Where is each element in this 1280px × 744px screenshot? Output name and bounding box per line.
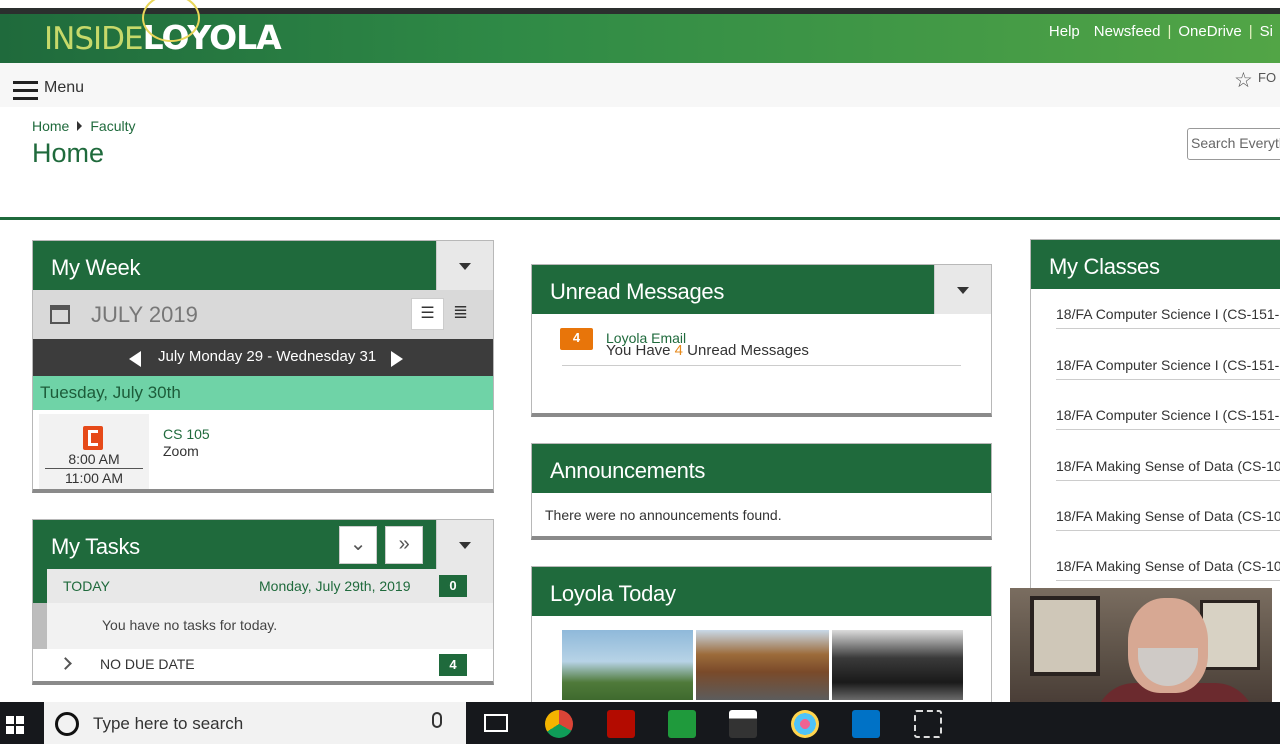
- no-due-date-row[interactable]: NO DUE DATE 4: [33, 649, 493, 679]
- taskbar-search-placeholder: Type here to search: [93, 714, 244, 733]
- loyola-today-title: Loyola Today: [550, 581, 676, 606]
- photos-icon[interactable]: [729, 710, 757, 738]
- search-input[interactable]: Search Everyth: [1187, 128, 1280, 160]
- prev-week-icon[interactable]: [129, 351, 141, 367]
- class-link[interactable]: 18/FA Making Sense of Data (CS-10: [1056, 508, 1280, 531]
- week-range-label: July Monday 29 - Wednesday 31: [158, 348, 377, 365]
- class-link[interactable]: 18/FA Making Sense of Data (CS-10: [1056, 458, 1280, 481]
- next-week-icon[interactable]: [391, 351, 403, 367]
- month-label: JULY 2019: [91, 302, 198, 327]
- today-date: Monday, July 29th, 2019: [259, 578, 411, 594]
- time-divider: [45, 468, 143, 469]
- event-course-link[interactable]: CS 105: [163, 426, 210, 442]
- menu-label[interactable]: Menu: [44, 79, 84, 97]
- news-photo[interactable]: [696, 630, 829, 700]
- event-item[interactable]: 8:00 AM 11:00 AM CS 105 Zoom: [33, 410, 493, 489]
- collapse-all-button[interactable]: ⌄: [339, 526, 377, 564]
- unread-messages-panel: Unread Messages You Have 4 Unread Messag…: [531, 264, 992, 417]
- unread-messages-header: Unread Messages: [532, 265, 991, 314]
- newsfeed-link[interactable]: Newsfeed: [1087, 23, 1168, 40]
- my-classes-title: My Classes: [1049, 254, 1160, 279]
- class-link[interactable]: 18/FA Computer Science I (CS-151-: [1056, 306, 1280, 329]
- signout-link[interactable]: Si: [1253, 23, 1280, 40]
- class-link[interactable]: 18/FA Computer Science I (CS-151-: [1056, 407, 1280, 430]
- announcements-title: Announcements: [550, 458, 706, 483]
- paint-icon[interactable]: [791, 710, 819, 738]
- my-classes-header: My Classes: [1031, 240, 1280, 289]
- wall-frame: [1200, 600, 1260, 670]
- outlook-icon[interactable]: [852, 710, 880, 738]
- my-tasks-dropdown-button[interactable]: [436, 520, 493, 569]
- calendar-icon[interactable]: [50, 305, 70, 324]
- day-header: Tuesday, July 30th: [33, 376, 493, 410]
- page-title: Home: [32, 138, 105, 168]
- announcements-header: Announcements: [532, 444, 991, 493]
- today-count-badge: 0: [439, 575, 467, 597]
- class-link[interactable]: 18/FA Making Sense of Data (CS-10: [1056, 558, 1280, 581]
- taskbar-search[interactable]: Type here to search: [44, 702, 466, 744]
- breadcrumb-home[interactable]: Home: [32, 118, 69, 134]
- breadcrumb: Home Faculty: [32, 118, 135, 134]
- my-week-title: My Week: [51, 255, 141, 280]
- my-week-panel: My Week JULY 2019 ☰ ≣ July Monday 29 - W…: [32, 240, 494, 493]
- event-start-time: 8:00 AM: [68, 451, 120, 467]
- loyola-today-panel: Loyola Today: [531, 566, 992, 706]
- chevron-right-icon: [59, 657, 72, 670]
- unread-messages-title: Unread Messages: [550, 279, 725, 304]
- breadcrumb-arrow-icon: [77, 121, 83, 131]
- today-row[interactable]: TODAY Monday, July 29th, 2019 0: [33, 569, 493, 603]
- acrobat-icon[interactable]: [607, 710, 635, 738]
- help-link[interactable]: Help: [1042, 23, 1087, 40]
- agenda-view-icon[interactable]: ≣: [453, 302, 468, 323]
- star-icon[interactable]: ☆: [1234, 68, 1253, 93]
- expand-all-button[interactable]: »: [385, 526, 423, 564]
- class-link[interactable]: 18/FA Computer Science I (CS-151-: [1056, 357, 1280, 380]
- onedrive-link[interactable]: OneDrive: [1171, 23, 1248, 40]
- announcements-message: There were no announcements found.: [545, 507, 782, 523]
- windows-start-icon[interactable]: [6, 716, 24, 734]
- task-view-icon[interactable]: [484, 714, 508, 732]
- month-row: JULY 2019 ☰ ≣: [33, 290, 493, 339]
- windows-taskbar: Type here to search: [0, 702, 1280, 744]
- today-label: TODAY: [63, 578, 110, 594]
- news-photo[interactable]: [832, 630, 963, 700]
- email-count-badge: 4: [560, 328, 593, 350]
- no-due-date-label: NO DUE DATE: [100, 656, 195, 672]
- caret-down-icon: [459, 542, 471, 549]
- loyola-today-header: Loyola Today: [532, 567, 991, 616]
- list-view-button[interactable]: ☰: [411, 298, 444, 330]
- unread-suffix: Unread Messages: [683, 342, 809, 359]
- header-divider: [0, 217, 1280, 220]
- office-icon: [83, 426, 103, 450]
- breadcrumb-faculty[interactable]: Faculty: [90, 118, 135, 134]
- no-due-count-badge: 4: [439, 654, 467, 676]
- microphone-icon[interactable]: [432, 712, 442, 728]
- news-photo[interactable]: [562, 630, 693, 700]
- loyola-email-link[interactable]: Loyola Email: [606, 330, 686, 346]
- caret-down-icon: [459, 263, 471, 270]
- week-nav-row: July Monday 29 - Wednesday 31: [33, 339, 493, 376]
- my-week-header: My Week: [33, 241, 493, 290]
- menu-bar: [0, 63, 1280, 107]
- no-tasks-message: You have no tasks for today.: [33, 603, 493, 649]
- unread-dropdown-button[interactable]: [934, 265, 991, 314]
- caret-down-icon: [957, 287, 969, 294]
- chrome-icon[interactable]: [545, 710, 573, 738]
- logo-part-inside: INSIDE: [44, 21, 144, 57]
- my-tasks-panel: My Tasks ⌄ » TODAY Monday, July 29th, 20…: [32, 519, 494, 685]
- favorites-label[interactable]: FO: [1258, 70, 1276, 85]
- top-links: Help Newsfeed | OneDrive | Si: [1042, 23, 1280, 40]
- event-location: Zoom: [163, 443, 199, 459]
- snipping-tool-icon[interactable]: [914, 710, 942, 738]
- my-tasks-title: My Tasks: [51, 534, 140, 559]
- event-time-box: 8:00 AM 11:00 AM: [39, 414, 149, 489]
- announcements-panel: Announcements There were no announcement…: [531, 443, 992, 540]
- my-week-dropdown-button[interactable]: [436, 241, 493, 290]
- hamburger-menu-icon[interactable]: [13, 81, 38, 100]
- event-end-time: 11:00 AM: [64, 470, 124, 486]
- cortana-icon: [55, 712, 79, 736]
- green-app-icon[interactable]: [668, 710, 696, 738]
- my-tasks-header: My Tasks ⌄ »: [33, 520, 493, 569]
- wall-frame: [1030, 596, 1100, 676]
